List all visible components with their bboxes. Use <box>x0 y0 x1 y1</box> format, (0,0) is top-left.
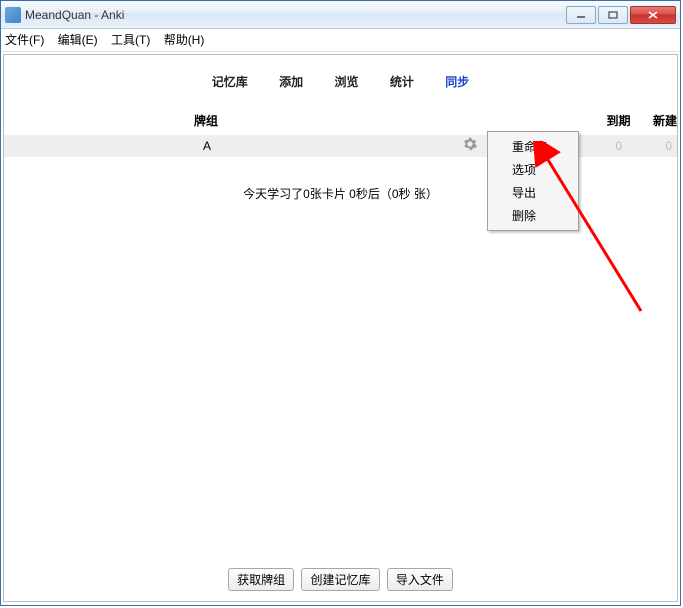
deck-name: A <box>4 139 413 153</box>
maximize-button[interactable] <box>598 6 628 24</box>
link-decks[interactable]: 记忆库 <box>212 75 248 89</box>
deck-new: 0 <box>622 139 672 153</box>
link-browse[interactable]: 浏览 <box>334 75 358 89</box>
top-links: 记忆库 添加 浏览 统计 同步 <box>4 55 677 100</box>
menu-help[interactable]: 帮助(H) <box>164 33 205 47</box>
cm-options[interactable]: 选项 <box>490 158 576 181</box>
deck-due: 0 <box>572 139 622 153</box>
deck-list-header: 牌组 到期 新建 <box>4 100 677 135</box>
link-add[interactable]: 添加 <box>279 75 303 89</box>
menu-file[interactable]: 文件(F) <box>5 33 44 47</box>
menubar: 文件(F) 编辑(E) 工具(T) 帮助(H) <box>1 29 680 52</box>
menu-edit[interactable]: 编辑(E) <box>58 33 98 47</box>
close-icon <box>647 10 659 20</box>
cm-rename[interactable]: 重命名 <box>490 135 576 158</box>
minimize-button[interactable] <box>566 6 596 24</box>
header-new: 新建 <box>631 112 678 129</box>
titlebar: MeandQuan - Anki <box>1 1 680 29</box>
header-deck: 牌组 <box>4 112 404 129</box>
maximize-icon <box>608 11 618 19</box>
window-controls <box>566 6 676 24</box>
close-button[interactable] <box>630 6 676 24</box>
cm-delete[interactable]: 删除 <box>490 204 576 227</box>
minimize-icon <box>576 11 586 19</box>
app-window: MeandQuan - Anki 文件(F) 编辑(E) 工具(T) 帮助(H)… <box>0 0 681 606</box>
header-due: 到期 <box>584 112 631 129</box>
create-deck-button[interactable]: 创建记忆库 <box>301 568 379 591</box>
menu-tools[interactable]: 工具(T) <box>111 33 150 47</box>
context-menu: 重命名 选项 导出 删除 <box>487 131 579 231</box>
import-file-button[interactable]: 导入文件 <box>387 568 453 591</box>
link-stats[interactable]: 统计 <box>390 75 414 89</box>
get-decks-button[interactable]: 获取牌组 <box>228 568 294 591</box>
gear-svg-icon <box>463 137 477 151</box>
window-title: MeandQuan - Anki <box>25 8 566 22</box>
cm-export[interactable]: 导出 <box>490 181 576 204</box>
gear-icon[interactable] <box>463 137 477 154</box>
link-sync[interactable]: 同步 <box>445 75 469 89</box>
app-icon <box>5 7 21 23</box>
bottom-buttons: 获取牌组 创建记忆库 导入文件 <box>4 568 677 591</box>
